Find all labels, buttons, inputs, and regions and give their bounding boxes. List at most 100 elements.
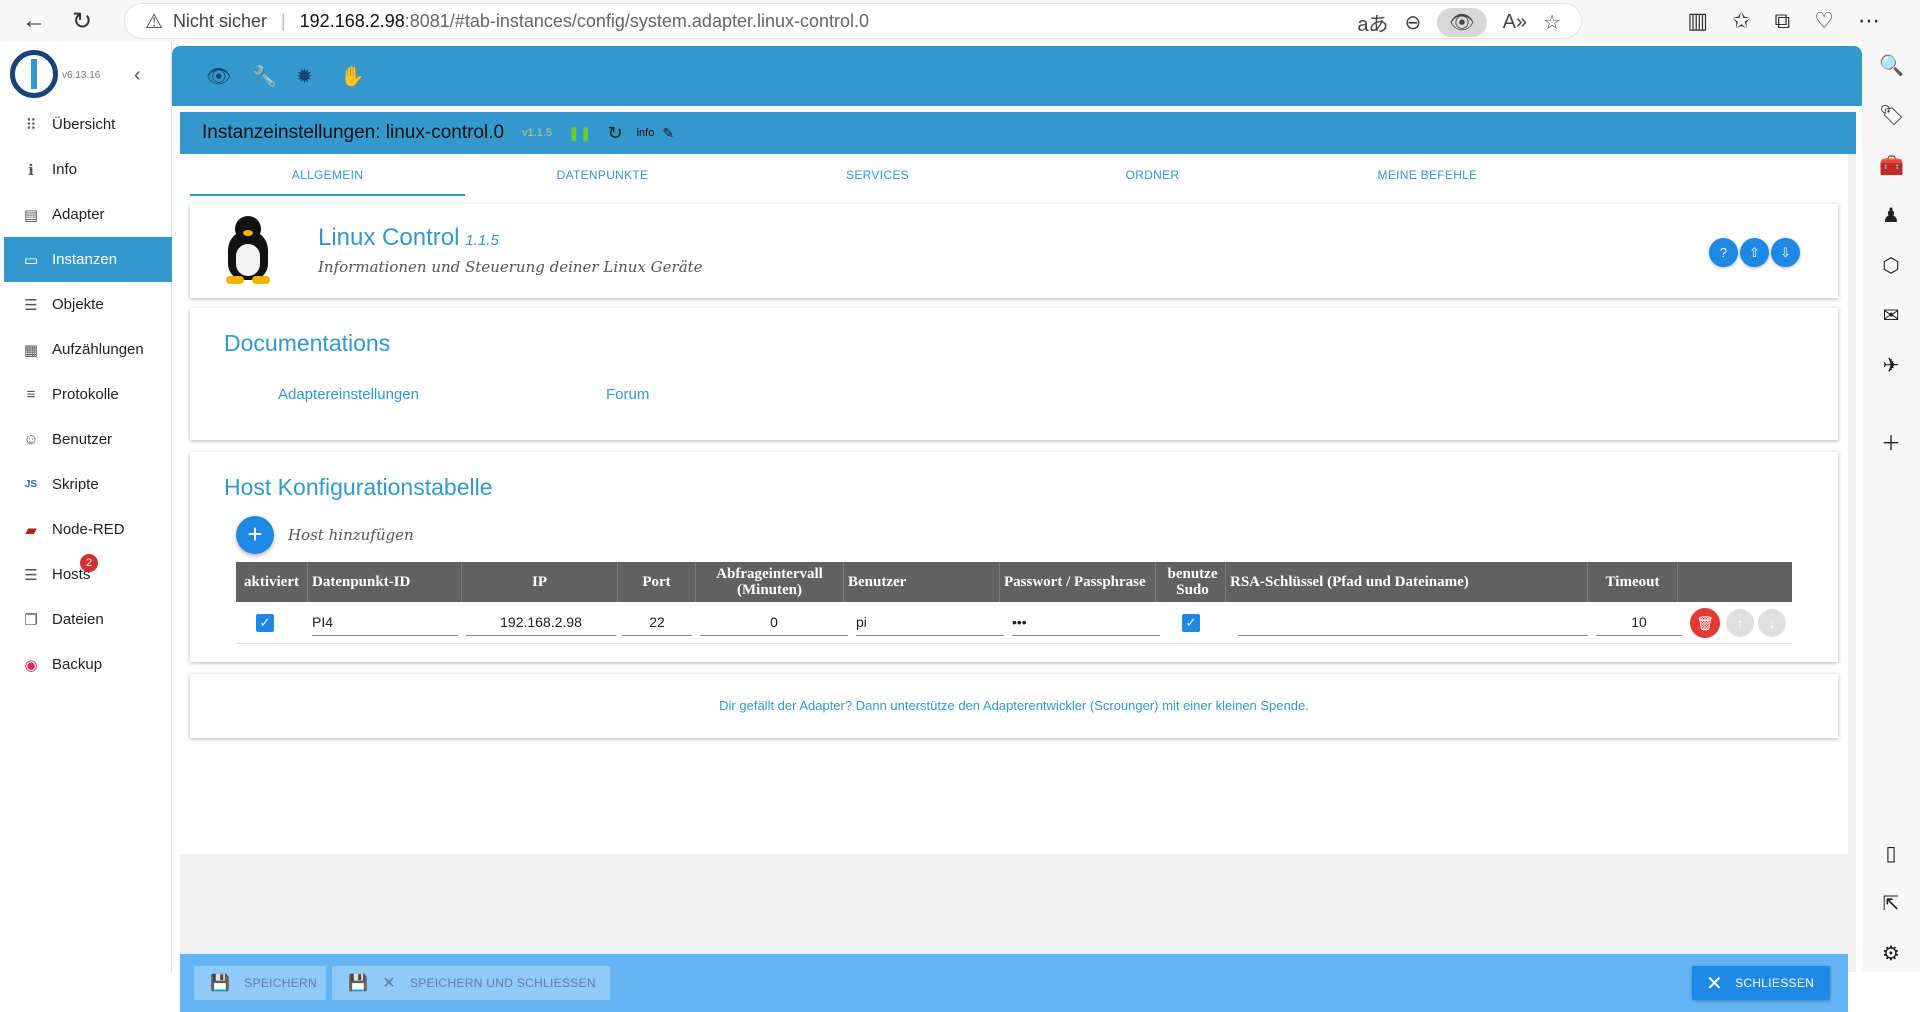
eye-icon[interactable]: 👁 <box>1437 7 1487 37</box>
read-aloud-icon[interactable]: A» <box>1503 11 1527 34</box>
sidebar-item-uebersicht[interactable]: ⠿ Übersicht <box>4 102 172 147</box>
shopping-tag-icon[interactable]: 🏷 <box>1879 104 1904 128</box>
close-button[interactable]: ✕ SCHLIESSEN <box>1692 966 1830 1000</box>
password-field[interactable]: ••• <box>1012 610 1160 636</box>
address-bar[interactable]: ⚠ Nicht sicher | 192.168.2.98 :8081/#tab… <box>124 3 1582 39</box>
split-screen-icon[interactable]: ▥ <box>1687 8 1708 34</box>
config-content: ALLGEMEIN DATENPUNKTE SERVICES ORDNER ME… <box>180 154 1848 854</box>
edge-sidebar: 🔍 🏷 🧰 ♟ ⬡ ✉ ✈ ＋ ▯ ⇱ ⚙ <box>1862 42 1920 972</box>
sidebar-item-skripte[interactable]: JS Skripte <box>4 462 172 507</box>
expert-mode-icon[interactable]: ✋ <box>340 64 365 89</box>
insecure-label[interactable]: Nicht sicher <box>173 11 267 32</box>
list-icon: ☰ <box>24 296 38 314</box>
zoom-out-icon[interactable]: ⊖ <box>1404 10 1421 35</box>
collections-icon[interactable]: ⧉ <box>1775 8 1791 34</box>
browser-toolbar: ← ↻ ⚠ Nicht sicher | 192.168.2.98 :8081/… <box>0 0 1920 42</box>
warning-icon[interactable]: ⚠ <box>145 9 163 34</box>
sidebar-item-adapter[interactable]: ▤ Adapter <box>4 192 172 237</box>
files-icon: ❐ <box>24 611 38 629</box>
donate-link[interactable]: Dir gefällt der Adapter? Dann unterstütz… <box>190 674 1838 738</box>
reload-icon[interactable]: ↻ <box>62 1 102 41</box>
translate-icon[interactable]: aあ <box>1357 8 1388 37</box>
sidebar-item-label: Instanzen <box>52 251 118 268</box>
adapter-name: Linux Control <box>318 224 460 251</box>
reload-icon[interactable]: ↻ <box>608 123 623 144</box>
dialog-footer: 💾 SPEICHERN 💾 ✕ SPEICHERN UND SCHLIESSEN ✕ S… <box>180 954 1848 1012</box>
tab-meine-befehle[interactable]: MEINE BEFEHLE <box>1290 160 1565 196</box>
col-passwort: Passwort / Passphrase <box>1000 562 1156 602</box>
add-host-button[interactable]: + <box>236 516 274 554</box>
office-icon[interactable]: ⬡ <box>1879 254 1903 278</box>
open-external-icon[interactable]: ⇱ <box>1879 892 1903 916</box>
games-icon[interactable]: ♟ <box>1879 204 1903 228</box>
sidebar-item-objekte[interactable]: ☰ Objekte <box>4 282 172 327</box>
tab-allgemein[interactable]: ALLGEMEIN <box>190 160 465 196</box>
interval-field[interactable]: 0 <box>700 610 848 636</box>
link-forum[interactable]: Forum <box>606 386 649 403</box>
close-icon: ✕ <box>382 975 396 992</box>
wrench-icon[interactable]: 🔧 <box>252 64 277 89</box>
sidebar-item-backup[interactable]: ◉ Backup <box>4 642 172 687</box>
theme-icon[interactable]: ✹ <box>296 64 313 89</box>
delete-row-button[interactable]: 🗑 <box>1690 608 1720 638</box>
settings-icon[interactable]: ⚙ <box>1879 942 1903 966</box>
sidebar-item-dateien[interactable]: ❐ Dateien <box>4 597 172 642</box>
instance-config-dialog: Instanzeinstellungen: linux-control.0 v1… <box>180 112 1856 1012</box>
outlook-icon[interactable]: ✉ <box>1879 304 1903 328</box>
tab-services[interactable]: SERVICES <box>740 160 1015 196</box>
sidebar-toggle-icon[interactable]: ▯ <box>1879 842 1903 866</box>
sidebar-item-protokolle[interactable]: ≡ Protokolle <box>4 372 172 417</box>
link-adaptereinstellungen[interactable]: Adaptereinstellungen <box>278 386 419 403</box>
tab-datenpunkte[interactable]: DATENPUNKTE <box>465 160 740 196</box>
enabled-checkbox[interactable]: ✓ <box>256 614 274 632</box>
page-title: Instanzeinstellungen: linux-control.0 <box>202 122 505 143</box>
tools-icon[interactable]: 🧰 <box>1879 154 1904 178</box>
user-icon: ☺ <box>23 431 39 448</box>
move-down-button[interactable]: ↓ <box>1758 609 1786 637</box>
sudo-checkbox[interactable]: ✓ <box>1182 614 1200 632</box>
browser-actions: ▥ ✩ ⧉ ♡ ⋯ <box>1687 0 1880 42</box>
grid-icon: ⠿ <box>25 116 37 134</box>
edit-icon[interactable]: ✎ <box>662 125 674 142</box>
browser-essentials-icon[interactable]: ♡ <box>1814 8 1834 34</box>
upload-button[interactable]: ⇧ <box>1740 238 1769 267</box>
sidebar-item-info[interactable]: ℹ Info <box>4 147 172 192</box>
favorite-star-icon[interactable]: ☆ <box>1543 10 1561 35</box>
sidebar-item-label: Skripte <box>52 476 99 493</box>
save-close-label: SPEICHERN UND SCHLIESSEN <box>409 976 596 990</box>
save-button[interactable]: 💾 SPEICHERN <box>194 966 326 1000</box>
ip-field[interactable]: 192.168.2.98 <box>466 610 616 636</box>
collapse-chevron-icon[interactable]: ‹ <box>134 64 141 87</box>
more-menu-icon[interactable]: ⋯ <box>1858 8 1880 34</box>
add-icon[interactable]: ＋ <box>1879 432 1903 456</box>
port-field[interactable]: 22 <box>622 610 692 636</box>
help-button[interactable]: ? <box>1709 238 1738 267</box>
iobroker-logo[interactable] <box>10 50 58 98</box>
sidebar-item-instanzen[interactable]: ▭ Instanzen <box>4 237 172 282</box>
favorites-icon[interactable]: ✩ <box>1732 8 1750 34</box>
tab-ordner[interactable]: ORDNER <box>1015 160 1290 196</box>
sidebar-item-hosts[interactable]: ☰ Hosts 2 <box>4 552 172 597</box>
sidebar-item-aufzaehlungen[interactable]: ▦ Aufzählungen <box>4 327 172 372</box>
timeout-field[interactable]: 10 <box>1596 610 1682 636</box>
rsa-key-field[interactable] <box>1238 610 1588 636</box>
iobroker-app: v6.13.16 ‹ ⠿ Übersicht ℹ Info ▤ Adapter ▭ In… <box>0 42 1862 1012</box>
search-icon[interactable]: 🔍 <box>1879 54 1904 78</box>
save-and-close-button[interactable]: 💾 ✕ SPEICHERN UND SCHLIESSEN <box>332 966 610 1000</box>
add-host-label: Host hinzufügen <box>288 526 414 544</box>
sidebar-item-benutzer[interactable]: ☺ Benutzer <box>4 417 172 462</box>
adapter-version: 1.1.5 <box>465 232 499 249</box>
hosts-icon: ☰ <box>24 566 38 584</box>
pause-icon[interactable]: ❚❚ <box>568 125 591 142</box>
back-icon[interactable]: ← <box>14 1 54 41</box>
move-up-button[interactable]: ↑ <box>1726 609 1754 637</box>
download-button[interactable]: ⇩ <box>1771 238 1800 267</box>
sidebar-item-node-red[interactable]: ▰ Node-RED <box>4 507 172 552</box>
url-path: :8081/#tab-instances/config/system.adapt… <box>404 10 870 31</box>
send-icon[interactable]: ✈ <box>1879 354 1903 378</box>
node-red-icon: ▰ <box>25 521 37 539</box>
eye-icon[interactable]: 👁 <box>206 64 231 89</box>
instance-titlebar: Instanzeinstellungen: linux-control.0 v1… <box>180 112 1856 154</box>
user-field[interactable]: pi <box>856 610 1004 636</box>
datenpunkt-id-field[interactable]: PI4 <box>312 610 458 636</box>
